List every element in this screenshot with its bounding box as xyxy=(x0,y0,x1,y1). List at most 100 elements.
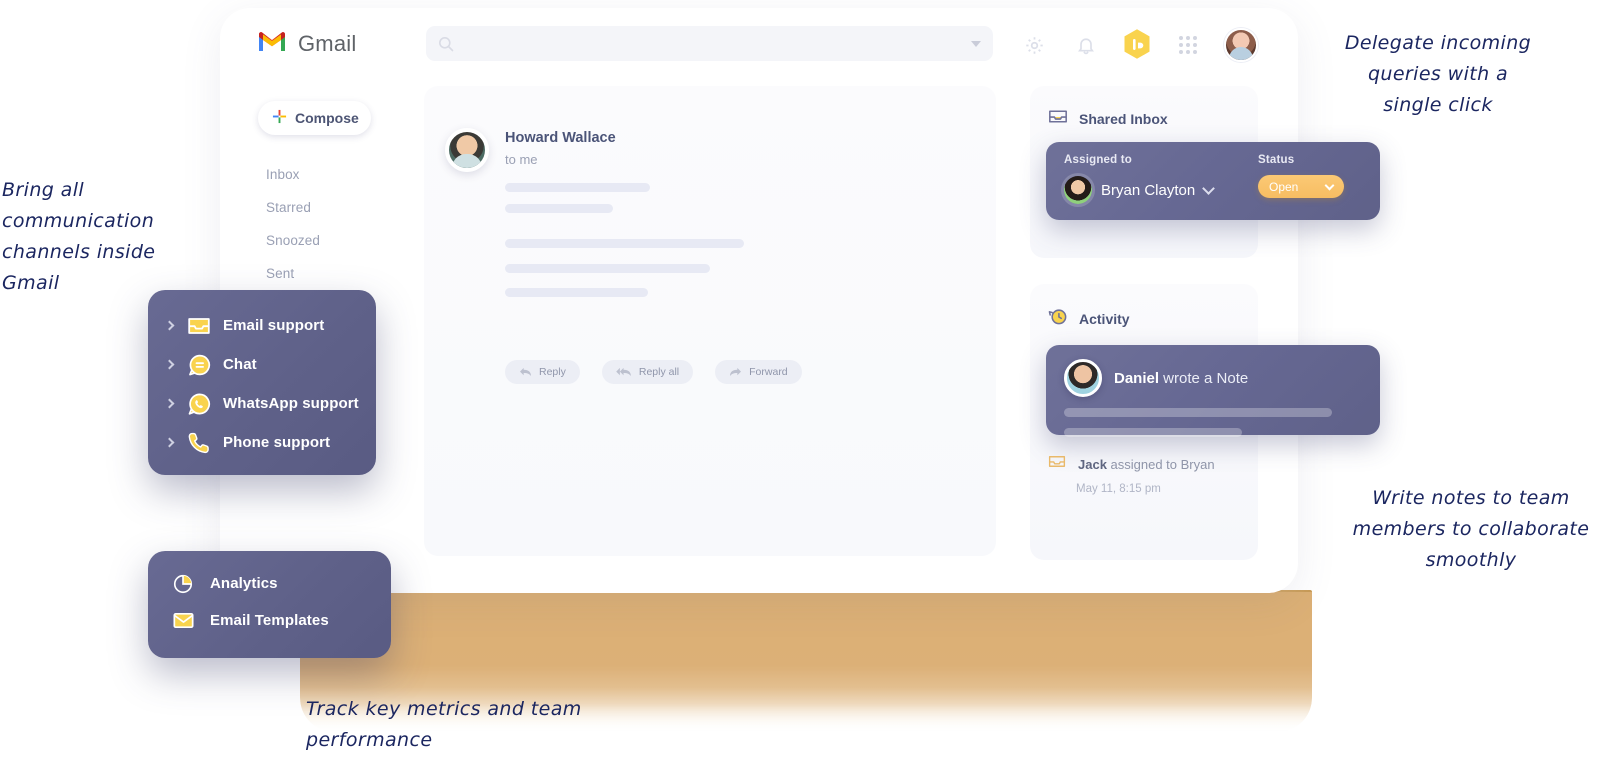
menu-item-phone-support[interactable]: Phone support xyxy=(148,423,376,462)
menu-item-whatsapp-support[interactable]: WhatsApp support xyxy=(148,384,376,423)
note-header: Daniel wrote a Note xyxy=(1064,359,1362,397)
assignment-card: Assigned to Bryan Clayton Status Open xyxy=(1046,142,1380,220)
hexagon-bar-chart-icon[interactable] xyxy=(1122,28,1152,62)
tools-menu: Analytics Email Templates xyxy=(148,551,391,658)
recipient-label: to me xyxy=(505,152,538,167)
status-label: Status xyxy=(1258,154,1295,166)
sender-avatar xyxy=(445,128,489,172)
forward-button[interactable]: Forward xyxy=(715,360,802,384)
reply-label: Reply xyxy=(539,366,566,378)
body-placeholder-line xyxy=(505,288,648,297)
chat-bubble-icon xyxy=(186,353,212,377)
compose-button[interactable]: Compose xyxy=(258,101,371,135)
reply-all-arrow-icon xyxy=(616,367,631,376)
filter-caret-icon[interactable] xyxy=(971,40,981,47)
note-placeholder-line xyxy=(1064,428,1242,437)
sidebar-item-sent[interactable]: Sent xyxy=(266,257,386,290)
search-bar[interactable] xyxy=(426,26,993,61)
gmail-wordmark: Gmail xyxy=(298,31,357,56)
chevron-right-icon xyxy=(164,359,175,370)
status-value: Open xyxy=(1269,179,1299,194)
menu-label: Chat xyxy=(223,356,257,373)
menu-label: WhatsApp support xyxy=(223,395,359,412)
reply-button[interactable]: Reply xyxy=(505,360,580,384)
activity-actor: Jack xyxy=(1078,456,1107,472)
history-clock-icon xyxy=(1048,306,1068,331)
menu-item-chat[interactable]: Chat xyxy=(148,345,376,384)
activity-note-card[interactable]: Daniel wrote a Note xyxy=(1046,345,1380,437)
reply-arrow-icon xyxy=(520,367,531,376)
reply-all-button[interactable]: Reply all xyxy=(601,360,694,384)
assigned-to-label: Assigned to xyxy=(1064,154,1133,166)
menu-item-analytics[interactable]: Analytics xyxy=(148,565,391,602)
status-badge[interactable]: Open xyxy=(1258,175,1344,198)
menu-item-email-templates[interactable]: Email Templates xyxy=(148,602,391,639)
search-icon xyxy=(438,36,454,52)
header-icon-group xyxy=(1018,28,1258,62)
assignee-name: Bryan Clayton xyxy=(1101,181,1196,199)
chevron-right-icon xyxy=(164,398,175,409)
chevron-right-icon xyxy=(164,437,175,448)
gmail-logo[interactable]: Gmail xyxy=(257,30,356,58)
body-placeholder-line xyxy=(505,183,650,192)
annotation-bottom: Track key metrics and team performance xyxy=(306,698,582,751)
gmail-m-icon xyxy=(257,30,287,58)
note-author-name: Daniel xyxy=(1114,369,1160,387)
assignee-selector[interactable]: Bryan Clayton xyxy=(1064,176,1216,204)
note-placeholder-line xyxy=(1064,408,1332,417)
menu-label: Email support xyxy=(223,317,325,334)
assignee-avatar xyxy=(1064,176,1092,204)
body-placeholder-line xyxy=(505,239,744,248)
shared-inbox-title: Shared Inbox xyxy=(1079,111,1168,127)
activity-title: Activity xyxy=(1079,310,1130,327)
plus-icon xyxy=(272,109,287,127)
chevron-down-icon[interactable] xyxy=(1202,181,1216,195)
note-action-text: wrote a Note xyxy=(1159,369,1249,387)
note-text: Daniel wrote a Note xyxy=(1114,370,1248,387)
envelope-icon xyxy=(170,610,196,631)
search-input[interactable] xyxy=(454,36,971,51)
activity-action: assigned to Bryan xyxy=(1106,456,1215,472)
compose-label: Compose xyxy=(295,110,359,126)
grid-apps-icon[interactable] xyxy=(1172,29,1204,61)
body-placeholder-line xyxy=(505,204,613,213)
activity-entry-text: Jack assigned to Bryan xyxy=(1078,457,1215,472)
forward-label: Forward xyxy=(749,366,788,378)
forward-arrow-icon xyxy=(730,367,742,376)
menu-label: Phone support xyxy=(223,434,331,451)
chevron-down-icon[interactable] xyxy=(1324,180,1335,190)
mail-folder-list: Inbox Starred Snoozed Sent xyxy=(266,158,386,290)
sidebar-item-snoozed[interactable]: Snoozed xyxy=(266,224,386,257)
inbox-tray-icon xyxy=(186,316,212,336)
whatsapp-icon xyxy=(186,392,212,416)
annotation-bottom-right: Write notes to team members to collabora… xyxy=(1352,487,1590,571)
menu-label: Analytics xyxy=(210,575,278,592)
assigned-to-group: Assigned to Bryan Clayton xyxy=(1064,154,1216,204)
status-group: Status Open xyxy=(1258,154,1344,198)
email-action-bar: Reply Reply all Forward xyxy=(505,360,802,384)
bell-icon[interactable] xyxy=(1070,29,1102,61)
inbox-tray-icon xyxy=(1048,108,1068,130)
chevron-right-icon xyxy=(164,320,175,331)
promo-screenshot: Gmail Compose Inbox Starred Snoozed Sent… xyxy=(0,0,1600,773)
menu-label: Email Templates xyxy=(210,612,329,629)
gear-icon[interactable] xyxy=(1018,29,1050,61)
reply-all-label: Reply all xyxy=(638,366,680,378)
email-header: Howard Wallace to me xyxy=(445,128,616,172)
body-placeholder-line xyxy=(505,264,710,273)
phone-icon xyxy=(186,431,212,455)
activity-timestamp: May 11, 8:15 pm xyxy=(1076,483,1161,495)
note-author-avatar xyxy=(1064,359,1102,397)
inbox-tray-icon xyxy=(1048,454,1066,474)
activity-header: Activity xyxy=(1030,284,1258,331)
menu-item-email-support[interactable]: Email support xyxy=(148,306,376,345)
pie-chart-icon xyxy=(170,573,196,595)
annotation-top-right: Delegate incoming queries with a single … xyxy=(1344,32,1532,116)
annotation-left: Bring all communication channels inside … xyxy=(2,179,156,294)
shared-inbox-header: Shared Inbox xyxy=(1030,86,1258,130)
sender-name: Howard Wallace xyxy=(505,130,616,146)
user-avatar[interactable] xyxy=(1224,28,1258,62)
channels-menu: Email support Chat WhatsApp support Phon… xyxy=(148,290,376,475)
sidebar-item-inbox[interactable]: Inbox xyxy=(266,158,386,191)
sidebar-item-starred[interactable]: Starred xyxy=(266,191,386,224)
